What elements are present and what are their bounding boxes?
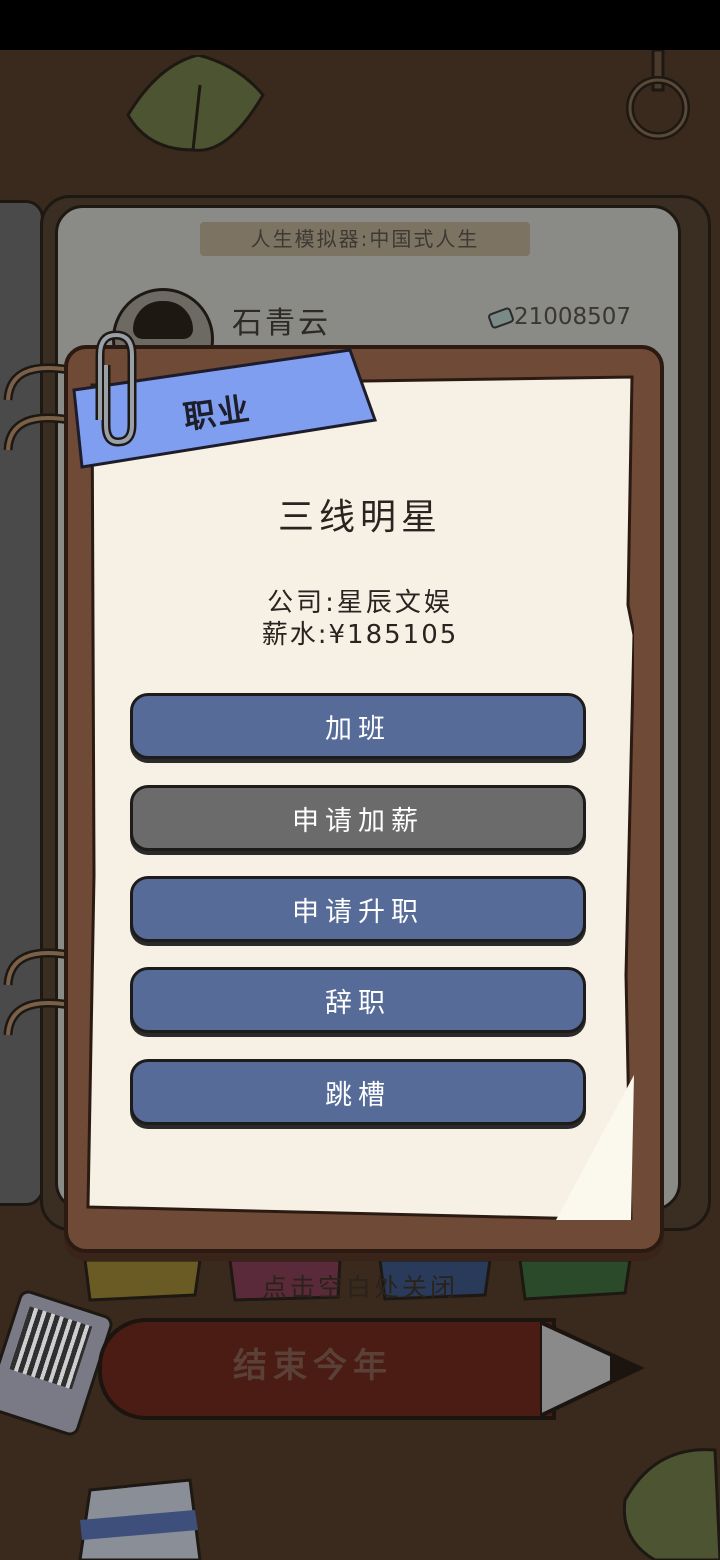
change-job-button[interactable]: 跳槽 bbox=[130, 1059, 586, 1125]
overtime-button[interactable]: 加班 bbox=[130, 693, 586, 759]
salary-line: 薪水:¥185105 bbox=[86, 614, 634, 651]
career-tag-label: 职业 bbox=[180, 389, 254, 437]
salary-label: 薪水: bbox=[261, 620, 329, 650]
status-bar bbox=[0, 0, 720, 50]
request-promotion-button[interactable]: 申请升职 bbox=[130, 876, 586, 942]
paperclip-icon bbox=[95, 330, 137, 447]
salary-value: ¥185105 bbox=[328, 620, 459, 650]
job-title: 三线明星 bbox=[277, 497, 442, 538]
request-raise-button[interactable]: 申请加薪 bbox=[130, 785, 586, 851]
resign-button[interactable]: 辞职 bbox=[130, 967, 586, 1033]
